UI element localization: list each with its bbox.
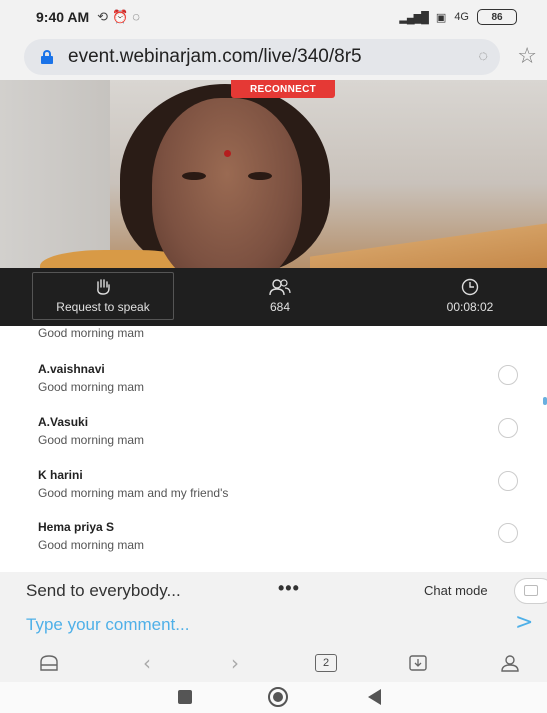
chat-list[interactable]: Good morning mam A.vaishnavi Good mornin…: [0, 326, 547, 570]
whatsapp-icon: ◌: [132, 9, 144, 24]
chat-message: A.Vasuki Good morning mam: [38, 415, 518, 447]
chat-scrollbar[interactable]: [543, 397, 547, 405]
chat-author: A.vaishnavi: [38, 362, 105, 376]
android-navigation-bar: [0, 682, 547, 713]
comment-input[interactable]: [26, 612, 496, 638]
sim-icon: ▣: [435, 11, 447, 24]
chat-message: A.vaishnavi Good morning mam: [38, 362, 518, 394]
message-select-radio[interactable]: [498, 365, 518, 385]
chat-text: Good morning mam: [38, 433, 145, 447]
downloads-button[interactable]: [405, 650, 431, 676]
message-select-radio[interactable]: [498, 471, 518, 491]
chat-text: Good morning mam and my friend's: [38, 486, 229, 500]
status-bar: 9:40 AM ⟲⏰◌ ▂▄▆█ ▣ 4G 86: [0, 0, 547, 34]
chat-author: A.Vasuki: [38, 415, 89, 429]
download-icon: [409, 655, 427, 671]
chat-compose: Send to everybody... ••• Chat mode >: [0, 572, 547, 642]
chat-message: Hema priya S Good morning mam: [38, 520, 518, 552]
chat-bubble-icon: [524, 585, 538, 596]
signal-bars-icon: ▂▄▆█: [399, 11, 428, 24]
status-right: ▂▄▆█ ▣ 4G 86: [399, 9, 517, 25]
bookmark-star-icon[interactable]: ☆: [517, 43, 537, 69]
clock-icon: [461, 278, 479, 296]
address-bar[interactable]: event.webinarjam.com/live/340/8r5 ◌: [24, 39, 500, 75]
message-select-radio[interactable]: [498, 418, 518, 438]
status-notification-icons: ⟲⏰◌: [97, 9, 144, 25]
lock-icon[interactable]: [40, 50, 54, 64]
chat-author: Hema priya S: [38, 520, 115, 534]
back-nav-icon[interactable]: [368, 689, 381, 705]
sync-icon: ⟲: [97, 9, 113, 24]
more-options-button[interactable]: •••: [278, 578, 300, 599]
chat-message-partial: Good morning mam: [38, 326, 145, 340]
chat-text: Good morning mam: [38, 538, 145, 552]
message-select-radio[interactable]: [498, 523, 518, 543]
tab-count: 2: [315, 654, 337, 672]
network-type-label: 4G: [454, 11, 469, 23]
back-button[interactable]: ‹: [134, 650, 160, 676]
chevron-right-icon: ›: [231, 651, 239, 675]
home-button[interactable]: [36, 650, 62, 676]
attendees-button[interactable]: 684: [240, 272, 320, 320]
battery-indicator: 86: [477, 9, 517, 25]
browser-toolbar: ‹ › 2: [0, 642, 547, 682]
browser-address-row: event.webinarjam.com/live/340/8r5 ◌ ☆: [0, 34, 547, 80]
send-to-selector[interactable]: Send to everybody...: [26, 581, 181, 601]
chat-text: Good morning mam: [38, 380, 145, 394]
request-to-speak-label: Request to speak: [56, 300, 150, 314]
alarm-icon: ⏰: [112, 9, 133, 24]
profile-icon: [501, 655, 519, 672]
webinar-control-bar: Request to speak 684 00:08:02: [0, 268, 547, 326]
home-icon: [40, 655, 58, 671]
chat-message: K harini Good morning mam and my friend'…: [38, 468, 518, 500]
attendee-count: 684: [269, 300, 291, 314]
profile-button[interactable]: [497, 650, 523, 676]
send-arrow-icon[interactable]: >: [515, 610, 533, 635]
home-nav-icon[interactable]: [268, 687, 288, 707]
reload-icon[interactable]: ◌: [478, 48, 488, 66]
tabs-button[interactable]: 2: [313, 650, 339, 676]
raise-hand-icon: [97, 279, 110, 295]
chat-author: K harini: [38, 468, 83, 482]
request-to-speak-button[interactable]: Request to speak: [32, 272, 174, 320]
forward-button[interactable]: ›: [222, 650, 248, 676]
elapsed-time: 00:08:02: [446, 300, 494, 314]
chevron-left-icon: ‹: [143, 651, 151, 675]
recents-icon[interactable]: [178, 690, 192, 704]
reconnect-button[interactable]: RECONNECT: [231, 80, 335, 98]
url-text[interactable]: event.webinarjam.com/live/340/8r5: [68, 46, 470, 68]
status-time: 9:40 AM: [36, 9, 90, 25]
presenter-video[interactable]: [0, 80, 547, 268]
chat-mode-label: Chat mode: [424, 583, 488, 598]
timer-display: 00:08:02: [420, 272, 520, 320]
chat-mode-toggle[interactable]: [514, 578, 547, 604]
attendees-icon: [269, 279, 291, 296]
